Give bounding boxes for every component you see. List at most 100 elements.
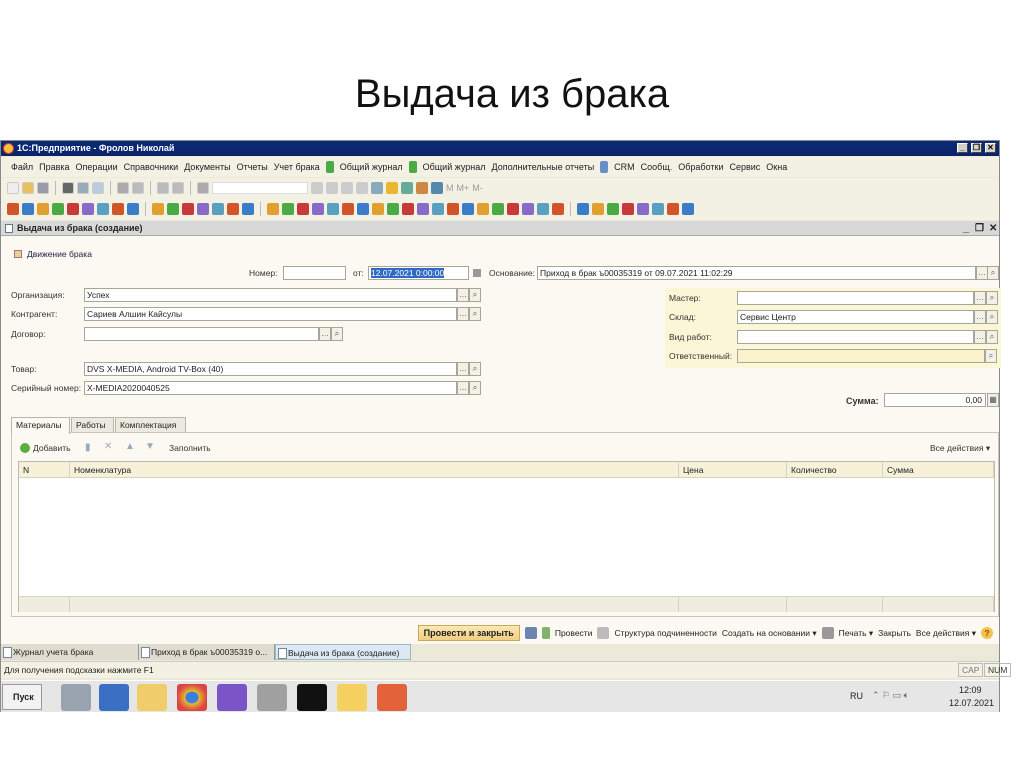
document-toolbar-icon[interactable] — [577, 203, 589, 215]
contractor-input[interactable]: Сариев Алшин Кайсулы — [84, 307, 457, 321]
document-toolbar-icon[interactable] — [447, 203, 459, 215]
materials-table[interactable]: N Номенклатура Цена Количество Сумма — [18, 461, 995, 612]
preview-icon[interactable] — [132, 182, 144, 194]
toolbar-icon[interactable] — [341, 182, 353, 194]
save-icon[interactable] — [524, 627, 537, 639]
document-toolbar-icon[interactable] — [97, 203, 109, 215]
movement-link[interactable]: Движение брака — [27, 249, 92, 259]
restore-button[interactable]: ❐ — [971, 143, 982, 153]
document-toolbar-icon[interactable] — [637, 203, 649, 215]
paste-icon[interactable] — [92, 182, 104, 194]
tab-materials[interactable]: Материалы — [11, 417, 70, 434]
product-open-button[interactable]: ⌕ — [469, 362, 481, 376]
column-price[interactable]: Цена — [679, 462, 787, 478]
save-icon[interactable] — [37, 182, 49, 194]
document-toolbar-icon[interactable] — [622, 203, 634, 215]
post-and-close-button[interactable]: Провести и закрыть — [417, 625, 520, 641]
document-toolbar-icon[interactable] — [402, 203, 414, 215]
taskbar-viber-icon[interactable] — [217, 684, 247, 711]
document-toolbar-icon[interactable] — [297, 203, 309, 215]
product-input[interactable]: DVS X-MEDIA, Android TV-Box (40) — [84, 362, 457, 376]
responsible-open-button[interactable]: ⌕ — [985, 349, 997, 363]
menu-item[interactable]: Сообщ. — [641, 162, 673, 172]
document-toolbar-icon[interactable] — [212, 203, 224, 215]
taskbar-camera-icon[interactable] — [257, 684, 287, 711]
cut-icon[interactable] — [62, 182, 74, 194]
document-toolbar-icon[interactable] — [282, 203, 294, 215]
document-toolbar-icon[interactable] — [197, 203, 209, 215]
basis-open-button[interactable]: ⌕ — [987, 266, 999, 280]
search-icon[interactable] — [197, 182, 209, 194]
tray-icons[interactable]: ⌃ ⚐ ▭ 🔈︎ — [872, 690, 909, 701]
contractor-select-button[interactable]: … — [457, 307, 469, 321]
document-toolbar-icon[interactable] — [592, 203, 604, 215]
back-icon[interactable] — [157, 182, 169, 194]
move-up-icon[interactable]: ▲ — [125, 441, 135, 452]
toolbar-icon[interactable] — [356, 182, 368, 194]
document-toolbar-icon[interactable] — [387, 203, 399, 215]
menu-item[interactable]: Отчеты — [237, 162, 268, 172]
toolbar-icon[interactable] — [371, 182, 383, 194]
document-toolbar-icon[interactable] — [22, 203, 34, 215]
window-tab-issue[interactable]: Выдача из брака (создание) — [275, 644, 411, 660]
language-indicator[interactable]: RU — [850, 691, 863, 701]
contractor-open-button[interactable]: ⌕ — [469, 307, 481, 321]
serial-input[interactable]: X-MEDIA2020040525 — [84, 381, 457, 395]
document-toolbar-icon[interactable] — [227, 203, 239, 215]
window-tab-journal[interactable]: Журнал учета брака — [1, 644, 139, 660]
warehouse-input[interactable]: Сервис Центр — [737, 310, 974, 324]
doc-minimize-button[interactable]: _ — [963, 221, 969, 236]
document-toolbar-icon[interactable] — [242, 203, 254, 215]
taskbar-powerpoint-icon[interactable] — [377, 684, 407, 711]
document-toolbar-icon[interactable] — [67, 203, 79, 215]
master-input[interactable] — [737, 291, 974, 305]
product-select-button[interactable]: … — [457, 362, 469, 376]
document-toolbar-icon[interactable] — [152, 203, 164, 215]
document-toolbar-icon[interactable] — [417, 203, 429, 215]
memory-button[interactable]: M+ — [457, 183, 470, 193]
document-toolbar-icon[interactable] — [522, 203, 534, 215]
warehouse-open-button[interactable]: ⌕ — [986, 310, 998, 324]
move-down-icon[interactable]: ▼ — [145, 441, 155, 452]
help-icon[interactable]: ? — [981, 627, 993, 639]
clock-date[interactable]: 12.07.2021 — [949, 698, 994, 708]
document-toolbar-icon[interactable] — [432, 203, 444, 215]
org-open-button[interactable]: ⌕ — [469, 288, 481, 302]
basis-input[interactable]: Приход в брак ъ00035319 от 09.07.2021 11… — [537, 266, 976, 280]
window-tab-receipt[interactable]: Приход в брак ъ00035319 о... — [139, 644, 275, 660]
toolbar-icon[interactable] — [401, 182, 413, 194]
document-toolbar-icon[interactable] — [652, 203, 664, 215]
taskbar-chrome-icon[interactable] — [177, 684, 207, 711]
worktype-input[interactable] — [737, 330, 974, 344]
new-icon[interactable] — [7, 182, 19, 194]
add-button[interactable]: Добавить — [33, 443, 71, 453]
worktype-select-button[interactable]: … — [974, 330, 986, 344]
menu-item[interactable]: Операции — [76, 162, 118, 172]
close-form-button[interactable]: Закрыть — [878, 628, 911, 638]
clock-time[interactable]: 12:09 — [959, 685, 982, 695]
document-toolbar-icon[interactable] — [667, 203, 679, 215]
menu-item[interactable]: Дополнительные отчеты — [492, 162, 595, 172]
post-button[interactable]: Провести — [555, 628, 593, 638]
tab-kit[interactable]: Комплектация — [115, 417, 186, 433]
structure-button[interactable]: Структура подчиненности — [614, 628, 716, 638]
toolbar-icon[interactable] — [386, 182, 398, 194]
document-toolbar-icon[interactable] — [537, 203, 549, 215]
copy-icon[interactable] — [77, 182, 89, 194]
date-input[interactable]: 12.07.2021 0:00:00 — [368, 266, 469, 280]
fill-button[interactable]: Заполнить — [169, 443, 211, 453]
document-toolbar-icon[interactable] — [52, 203, 64, 215]
column-n[interactable]: N — [19, 462, 70, 478]
doc-restore-button[interactable]: ❐ — [975, 221, 984, 236]
memory-button[interactable]: M- — [472, 183, 483, 193]
toolbar-icon[interactable] — [431, 182, 443, 194]
menu-item[interactable]: Файл — [11, 162, 33, 172]
document-toolbar-icon[interactable] — [552, 203, 564, 215]
document-toolbar-icon[interactable] — [267, 203, 279, 215]
close-button[interactable]: ✕ — [985, 143, 996, 153]
document-toolbar-icon[interactable] — [462, 203, 474, 215]
document-toolbar-icon[interactable] — [682, 203, 694, 215]
toolbar-icon[interactable] — [311, 182, 323, 194]
calendar-icon[interactable] — [473, 269, 481, 277]
menu-item[interactable]: CRM — [614, 162, 635, 172]
